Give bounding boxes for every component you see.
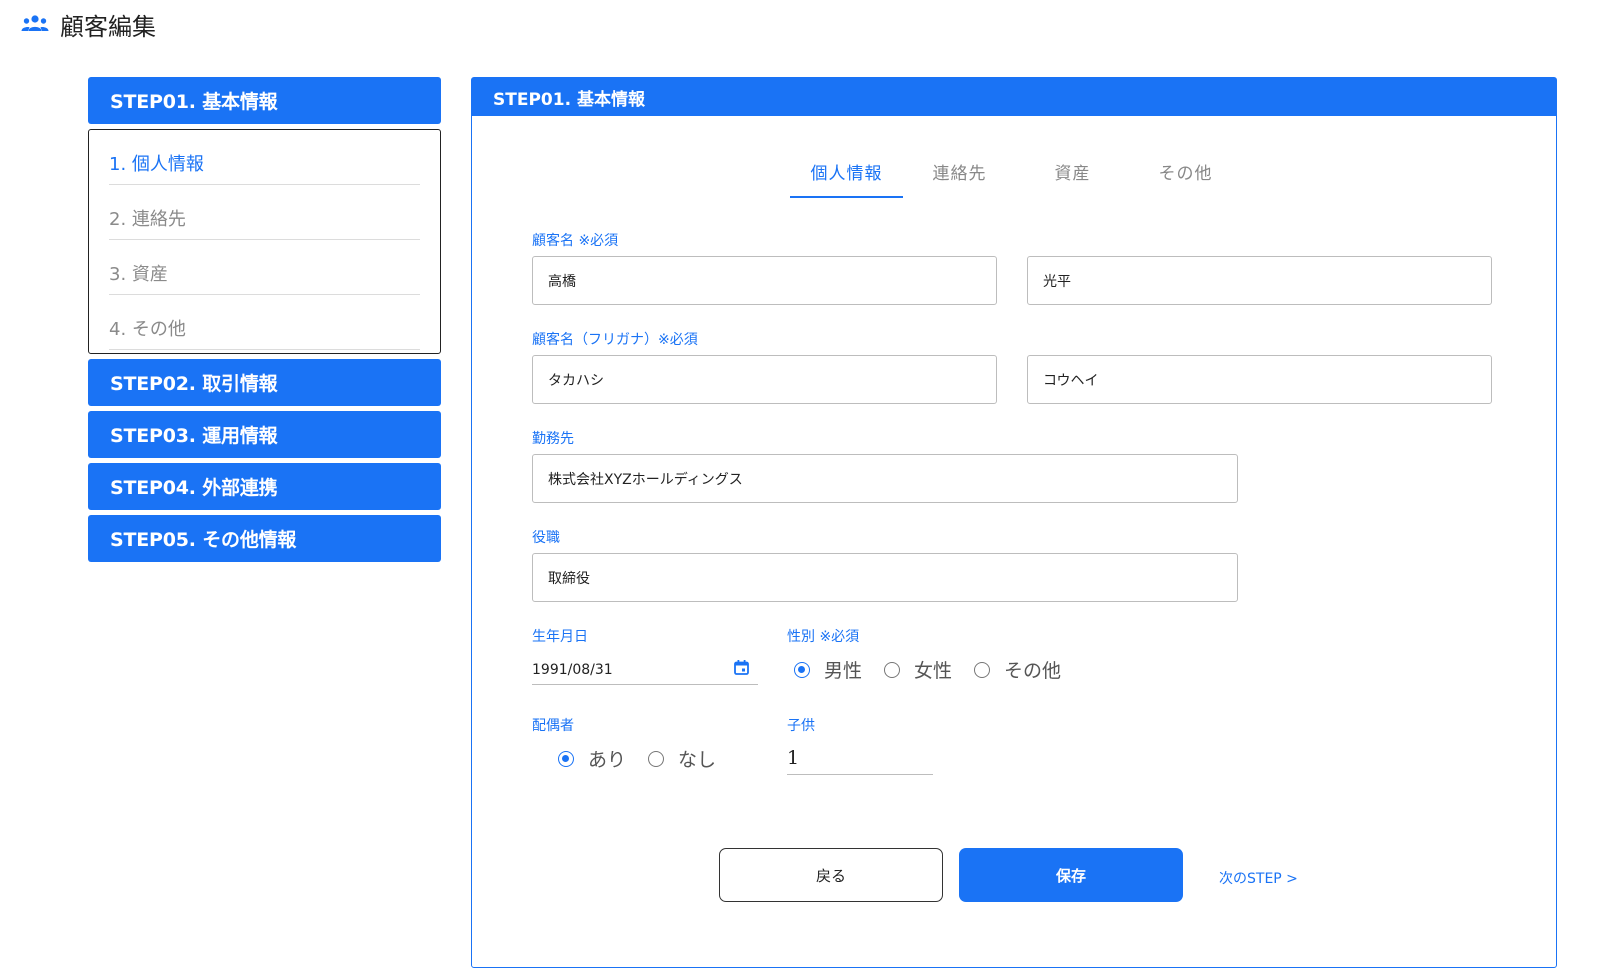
birthdate-input[interactable]: 1991/08/31 <box>532 656 758 685</box>
first-name-input[interactable]: 光平 <box>1027 256 1492 305</box>
employer-label: 勤務先 <box>532 431 574 447</box>
customer-name-kana-label: 顧客名（フリガナ）※必須 <box>532 332 698 348</box>
spouse-radio-group: あり なし <box>558 745 738 772</box>
substep-contact[interactable]: 2. 連絡先 <box>109 185 420 240</box>
page-header: 顧客編集 <box>20 8 156 41</box>
form-panel: STEP01. 基本情報 個人情報 連絡先 資産 その他 顧客名 ※必須 高橋 … <box>471 77 1557 968</box>
back-button[interactable]: 戻る <box>719 848 943 902</box>
birthdate-label: 生年月日 <box>532 629 588 645</box>
radio-checked-icon <box>558 750 574 767</box>
step-03-button[interactable]: STEP03. 運用情報 <box>88 411 441 458</box>
spouse-option-label: あり <box>588 749 627 771</box>
spouse-option-no[interactable]: なし <box>648 745 716 772</box>
employer-input[interactable]: 株式会社XYZホールディングス <box>532 454 1238 503</box>
tab-assets[interactable]: 資産 <box>1016 156 1129 198</box>
step-01-button[interactable]: STEP01. 基本情報 <box>88 77 441 124</box>
substep-personal-info[interactable]: 1. 個人情報 <box>109 130 420 185</box>
spouse-option-label: なし <box>678 749 717 771</box>
birthdate-value: 1991/08/31 <box>532 662 613 678</box>
panel-header: STEP01. 基本情報 <box>472 78 1556 116</box>
tab-other[interactable]: その他 <box>1129 156 1242 198</box>
last-name-kana-input[interactable]: タカハシ <box>532 355 997 404</box>
people-icon <box>21 15 49 31</box>
radio-unchecked-icon <box>974 661 991 678</box>
radio-unchecked-icon <box>648 750 665 767</box>
gender-option-label: 女性 <box>914 660 953 682</box>
step-02-button[interactable]: STEP02. 取引情報 <box>88 359 441 406</box>
radio-unchecked-icon <box>884 661 901 678</box>
last-name-input[interactable]: 高橋 <box>532 256 997 305</box>
substep-list: 1. 個人情報 2. 連絡先 3. 資産 4. その他 <box>88 129 441 354</box>
gender-option-label: 男性 <box>824 660 863 682</box>
radio-checked-icon <box>794 661 810 678</box>
gender-option-label: その他 <box>1004 660 1062 682</box>
customer-name-label: 顧客名 ※必須 <box>532 233 619 249</box>
position-label: 役職 <box>532 530 560 546</box>
step-sidebar: STEP01. 基本情報 1. 個人情報 2. 連絡先 3. 資産 4. その他… <box>88 77 441 562</box>
children-input[interactable]: 1 <box>787 741 933 775</box>
tab-bar: 個人情報 連絡先 資産 その他 <box>790 156 1242 198</box>
children-label: 子供 <box>787 718 815 734</box>
next-step-link[interactable]: 次のSTEP > <box>1219 868 1298 888</box>
tab-personal-info[interactable]: 個人情報 <box>790 156 903 198</box>
gender-option-other[interactable]: その他 <box>974 656 1061 683</box>
position-input[interactable]: 取締役 <box>532 553 1238 602</box>
gender-label: 性別 ※必須 <box>787 629 860 645</box>
spouse-option-yes[interactable]: あり <box>558 745 626 772</box>
substep-other[interactable]: 4. その他 <box>109 295 420 350</box>
step-04-button[interactable]: STEP04. 外部連携 <box>88 463 441 510</box>
substep-assets[interactable]: 3. 資産 <box>109 240 420 295</box>
tab-contact[interactable]: 連絡先 <box>903 156 1016 198</box>
gender-radio-group: 男性 女性 その他 <box>794 656 1083 683</box>
save-button[interactable]: 保存 <box>959 848 1183 902</box>
first-name-kana-input[interactable]: コウヘイ <box>1027 355 1492 404</box>
gender-option-female[interactable]: 女性 <box>884 656 952 683</box>
spouse-label: 配偶者 <box>532 718 574 734</box>
step-05-button[interactable]: STEP05. その他情報 <box>88 515 441 562</box>
page-title: 顧客編集 <box>60 12 156 41</box>
gender-option-male[interactable]: 男性 <box>794 656 862 683</box>
calendar-icon[interactable] <box>733 659 750 676</box>
